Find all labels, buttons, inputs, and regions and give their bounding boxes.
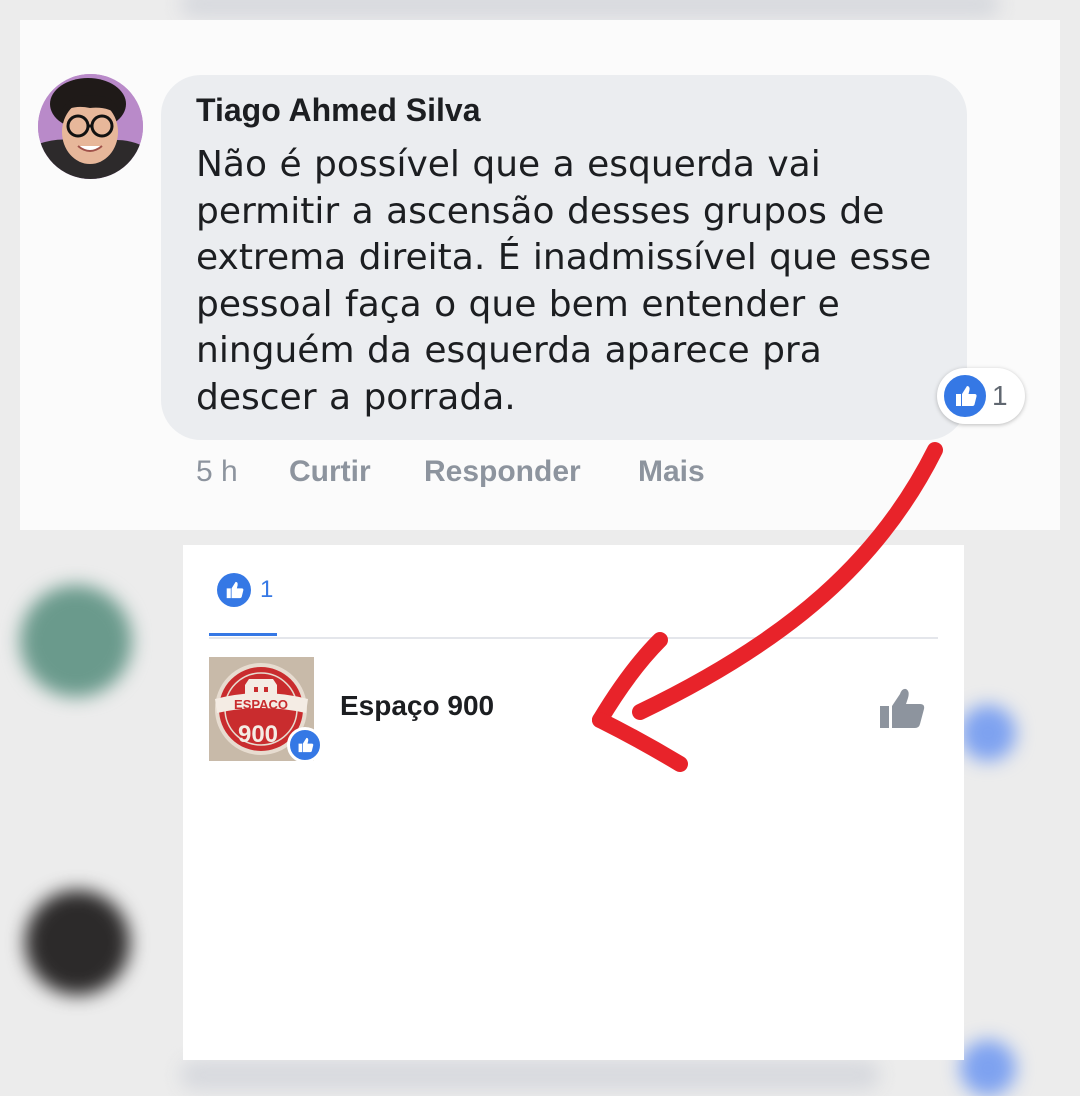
like-tab-icon[interactable] bbox=[217, 573, 251, 607]
like-tab-count[interactable]: 1 bbox=[260, 576, 273, 604]
comment-actions: 5 h Curtir Responder Mais bbox=[0, 455, 800, 495]
comment-time: 5 h bbox=[196, 455, 238, 488]
comment-text: Não é possível que a esquerda vai permit… bbox=[196, 144, 932, 418]
thumbs-up-icon bbox=[880, 688, 925, 728]
blurred-avatar bbox=[25, 890, 130, 995]
reply-action-button[interactable]: Responder bbox=[424, 455, 581, 489]
logo-text-top: ESPAÇO bbox=[234, 697, 288, 712]
logo-text-bottom: 900 bbox=[238, 721, 278, 748]
comment-author[interactable]: Tiago Ahmed Silva bbox=[196, 92, 481, 129]
reaction-summary[interactable]: 1 bbox=[937, 368, 1025, 424]
blurred-text-strip bbox=[180, 1060, 880, 1090]
reactions-panel bbox=[183, 545, 964, 1060]
blurred-text-strip bbox=[180, 0, 1000, 18]
page-like-button[interactable] bbox=[875, 680, 931, 736]
reaction-count: 1 bbox=[992, 380, 1008, 411]
reactor-name[interactable]: Espaço 900 bbox=[340, 690, 494, 722]
more-action-button[interactable]: Mais bbox=[638, 455, 705, 489]
blurred-avatar bbox=[20, 585, 132, 697]
like-action-button[interactable]: Curtir bbox=[289, 455, 371, 489]
blurred-like-icon bbox=[960, 1040, 1016, 1096]
like-reaction-icon bbox=[942, 373, 988, 419]
commenter-avatar[interactable] bbox=[38, 74, 143, 179]
active-tab-indicator bbox=[209, 633, 277, 636]
blurred-like-icon bbox=[960, 705, 1016, 761]
like-badge-icon bbox=[287, 727, 323, 763]
tab-divider bbox=[209, 637, 938, 639]
